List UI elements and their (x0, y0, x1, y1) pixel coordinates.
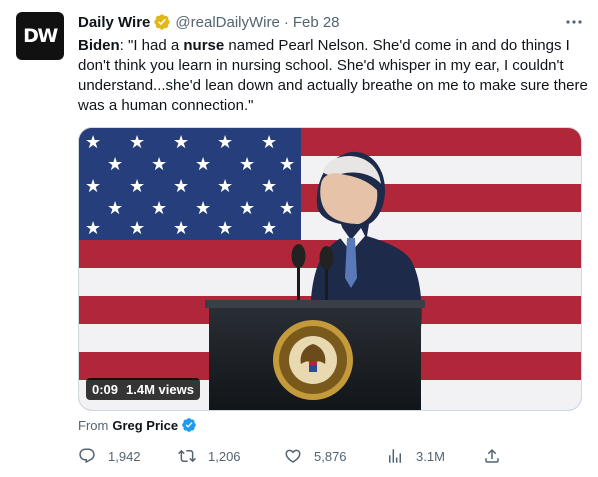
from-label: From (78, 417, 109, 433)
svg-text:★: ★ (173, 176, 189, 197)
svg-text:★: ★ (195, 198, 211, 219)
repost-icon (178, 449, 196, 463)
svg-text:★: ★ (261, 218, 277, 239)
reply-button[interactable]: 1,942 (78, 445, 141, 467)
svg-text:★: ★ (239, 154, 255, 175)
emphasized-word: nurse (183, 37, 225, 54)
svg-text:★: ★ (85, 176, 101, 197)
video-views: 1.4M views (126, 381, 194, 397)
svg-text:★: ★ (129, 176, 145, 197)
svg-text:★: ★ (85, 132, 101, 153)
repost-button[interactable]: 1,206 (178, 445, 241, 467)
repost-count: 1,206 (208, 448, 241, 464)
like-button[interactable]: 5,876 (284, 445, 347, 467)
handle[interactable]: @realDailyWire (175, 14, 279, 31)
svg-text:★: ★ (217, 132, 233, 153)
reply-icon (79, 448, 95, 464)
tweet: DW Daily Wire @realDailyWire · Feb 28 Bi… (0, 0, 598, 477)
video-player[interactable]: ★ ★ ★ ★ ★ ★ ★ ★ ★ ★ ★ ★ ★ ★ ★ ★ ★ ★ ★ ★ ★ ★ ★ ★ ★ (78, 127, 582, 411)
video-frame: ★ ★ ★ ★ ★ ★ ★ ★ ★ ★ ★ ★ ★ ★ ★ ★ ★ ★ ★ ★ ★ ★ ★ ★ ★ (79, 128, 581, 410)
more-options-icon[interactable] (563, 12, 585, 32)
video-duration: 0:09 (92, 381, 119, 397)
separator-dot: · (283, 13, 289, 31)
views-button[interactable]: 3.1M (386, 445, 445, 467)
reply-count: 1,942 (108, 448, 141, 464)
svg-text:★: ★ (151, 154, 167, 175)
speaker-name: Biden (78, 37, 120, 54)
video-duration-views-badge: 0:09 1.4M views (86, 378, 200, 400)
svg-text:★: ★ (195, 154, 211, 175)
attribution-author[interactable]: Greg Price (112, 418, 178, 433)
verified-blue-badge-icon (181, 417, 197, 433)
svg-text:★: ★ (107, 198, 123, 219)
svg-text:★: ★ (129, 218, 145, 239)
svg-text:★: ★ (107, 154, 123, 175)
svg-text:★: ★ (217, 176, 233, 197)
svg-text:★: ★ (85, 218, 101, 239)
text-segment: : "I had a (119, 37, 184, 54)
display-name[interactable]: Daily Wire (78, 14, 150, 31)
svg-text:★: ★ (261, 132, 277, 153)
analytics-icon (389, 449, 401, 463)
post-date[interactable]: Feb 28 (293, 14, 340, 31)
svg-text:★: ★ (279, 154, 295, 175)
view-count: 3.1M (416, 448, 445, 464)
tweet-header: Daily Wire @realDailyWire · Feb 28 (78, 12, 340, 32)
avatar-logo-text: DW (23, 25, 58, 47)
share-icon (485, 448, 499, 463)
avatar[interactable]: DW (16, 12, 64, 60)
heart-icon (285, 449, 301, 463)
verified-gold-badge-icon (153, 13, 171, 31)
svg-text:★: ★ (129, 132, 145, 153)
svg-text:★: ★ (173, 132, 189, 153)
svg-text:★: ★ (151, 198, 167, 219)
svg-text:★: ★ (217, 218, 233, 239)
video-attribution: From Greg Price (78, 416, 197, 434)
svg-text:★: ★ (239, 198, 255, 219)
share-button[interactable] (483, 445, 501, 467)
like-count: 5,876 (314, 448, 347, 464)
svg-text:★: ★ (261, 176, 277, 197)
svg-text:★: ★ (279, 198, 295, 219)
tweet-text: Biden: "I had a nurse named Pearl Nelson… (78, 36, 588, 116)
svg-text:★: ★ (173, 218, 189, 239)
action-bar: 1,942 1,206 5,876 3.1M (0, 445, 598, 467)
